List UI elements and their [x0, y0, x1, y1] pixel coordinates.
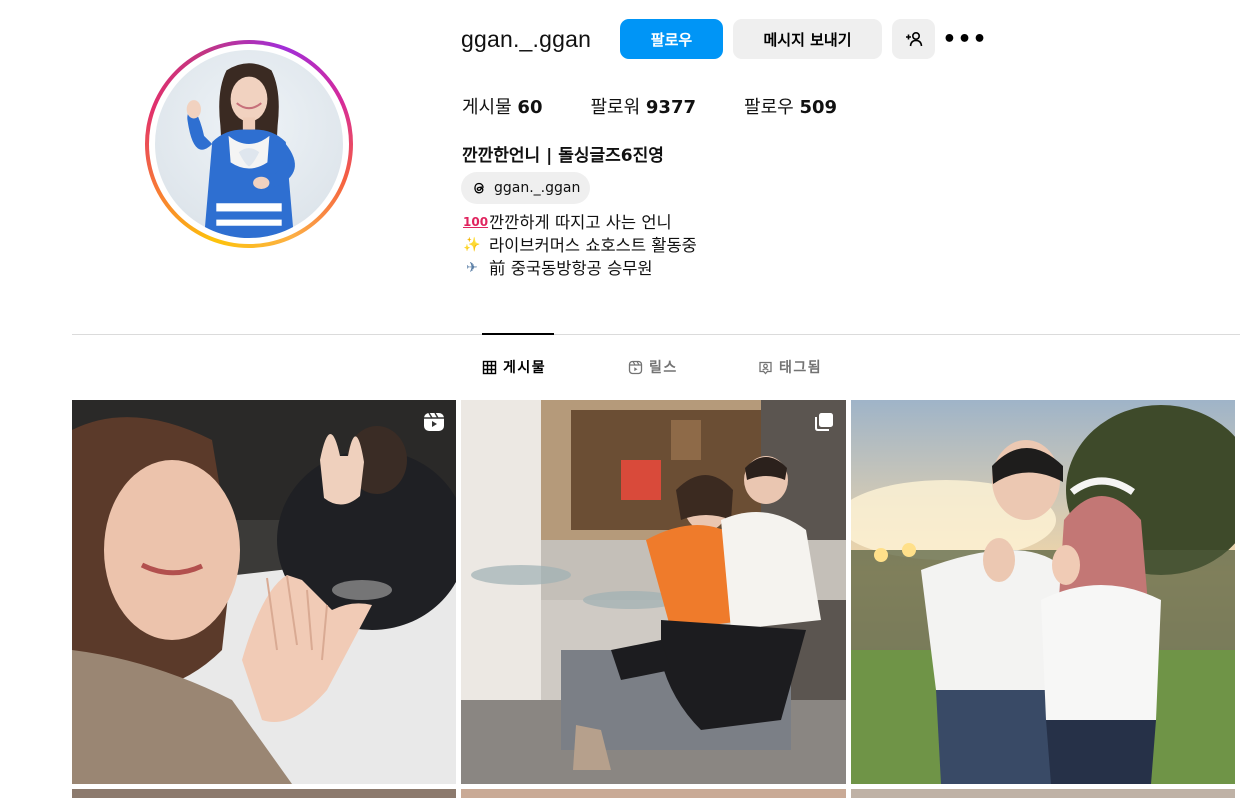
- avatar-gap: [149, 44, 349, 244]
- carousel-icon: [815, 413, 833, 431]
- post-tile[interactable]: [72, 789, 456, 798]
- send-message-button[interactable]: 메시지 보내기: [733, 19, 882, 59]
- bio-line: 100 깐깐하게 따지고 사는 언니: [463, 211, 697, 234]
- bio-line: ✈ 前 중국동방항공 승무원: [463, 257, 697, 280]
- followers-count-value: 9377: [645, 97, 697, 118]
- person-plus-icon: [905, 31, 922, 47]
- posts-count-label: 게시물: [462, 97, 512, 118]
- avatar-photo: [186, 63, 295, 238]
- bio-text: 깐깐하게 따지고 사는 언니: [489, 213, 672, 232]
- tab-reels-label: 릴스: [649, 360, 678, 376]
- avatar[interactable]: [155, 50, 343, 238]
- reels-icon: [424, 412, 444, 431]
- grid-icon: [482, 360, 497, 374]
- post-image: [72, 400, 456, 784]
- bio-text: 前 중국동방항공 승무원: [489, 259, 653, 278]
- posts-count: 게시물 60: [462, 93, 542, 119]
- profile-stats: 게시물 60 팔로워 9377 팔로우 509: [462, 93, 885, 119]
- post-image: [461, 400, 846, 784]
- post-tile[interactable]: [461, 789, 846, 798]
- suggested-accounts-button[interactable]: [892, 19, 935, 59]
- tagged-icon: [759, 361, 772, 374]
- sparkles-icon: ✨: [463, 237, 481, 253]
- airplane-icon: ✈: [466, 260, 478, 276]
- followers-count-label: 팔로워: [590, 97, 641, 118]
- threads-icon: [474, 182, 484, 194]
- profile-avatar-story-ring[interactable]: [145, 40, 353, 248]
- bio-text: 라이브커머스 쇼호스트 활동중: [489, 236, 697, 255]
- more-options-icon: •••: [942, 26, 988, 52]
- following-count[interactable]: 팔로우 509: [744, 93, 837, 119]
- reels-icon: [628, 360, 643, 374]
- following-count-value: 509: [799, 97, 838, 118]
- hundred-points-icon: 100: [463, 215, 489, 229]
- post-image: [851, 400, 1235, 784]
- profile-tabs-divider: [72, 334, 1240, 335]
- followers-count[interactable]: 팔로워 9377: [590, 93, 696, 119]
- profile-full-name: 깐깐한언니 | 돌싱글즈6진영: [462, 146, 664, 166]
- post-tile[interactable]: [851, 789, 1235, 798]
- post-tile[interactable]: [461, 400, 846, 784]
- threads-link[interactable]: ggan._.ggan: [461, 172, 591, 204]
- threads-handle: ggan._.ggan: [494, 180, 581, 196]
- post-tile[interactable]: [72, 400, 456, 784]
- profile-bio: 100 깐깐하게 따지고 사는 언니 ✨ 라이브커머스 쇼호스트 활동중 ✈ 前…: [463, 211, 697, 280]
- profile-username: ggan._.ggan: [461, 26, 592, 52]
- posts-count-value: 60: [517, 97, 543, 118]
- post-tile[interactable]: [851, 400, 1235, 784]
- tab-posts[interactable]: 게시물: [482, 357, 546, 377]
- follow-button[interactable]: 팔로우: [620, 19, 723, 59]
- active-tab-indicator: [482, 333, 554, 335]
- more-options-button[interactable]: •••: [942, 19, 988, 59]
- tab-tagged-label: 태그됨: [779, 360, 823, 376]
- tab-tagged[interactable]: 태그됨: [758, 357, 822, 377]
- bio-line: ✨ 라이브커머스 쇼호스트 활동중: [463, 234, 697, 257]
- tab-posts-label: 게시물: [503, 360, 547, 376]
- tab-reels[interactable]: 릴스: [628, 357, 678, 377]
- following-count-label: 팔로우: [744, 97, 794, 118]
